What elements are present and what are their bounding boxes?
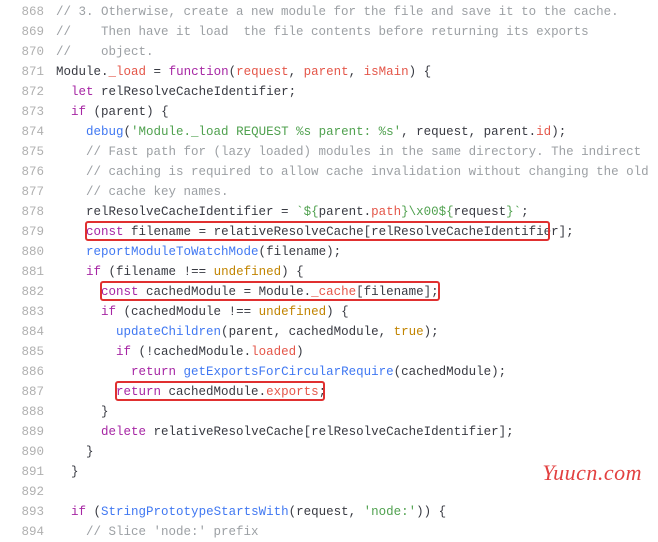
code-line[interactable]: // cache key names. [56,182,658,202]
code-line[interactable]: // 3. Otherwise, create a new module for… [56,2,658,22]
line-number: 883 [0,302,44,322]
line-number: 869 [0,22,44,42]
line-number: 888 [0,402,44,422]
line-number: 875 [0,142,44,162]
line-number: 885 [0,342,44,362]
line-number: 880 [0,242,44,262]
line-number: 894 [0,522,44,542]
code-line[interactable]: if (parent) { [56,102,658,122]
code-line[interactable]: updateChildren(parent, cachedModule, tru… [56,322,658,342]
code-line[interactable]: delete relativeResolveCache[relResolveCa… [56,422,658,442]
line-number: 868 [0,2,44,22]
line-number: 870 [0,42,44,62]
code-line[interactable]: reportModuleToWatchMode(filename); [56,242,658,262]
code-line[interactable]: } [56,442,658,462]
line-number: 893 [0,502,44,522]
watermark: Yuucn.com [542,463,642,483]
line-number: 881 [0,262,44,282]
code-line[interactable]: return getExportsForCircularRequire(cach… [56,362,658,382]
code-line[interactable]: // Fast path for (lazy loaded) modules i… [56,142,658,162]
code-line[interactable]: // Slice 'node:' prefix [56,522,658,542]
line-number: 891 [0,462,44,482]
code-line[interactable]: const cachedModule = Module._cache[filen… [56,282,658,302]
line-number: 890 [0,442,44,462]
line-gutter: 8688698708718728738748758768778788798808… [0,2,56,542]
code-line[interactable]: Module._load = function(request, parent,… [56,62,658,82]
line-number: 879 [0,222,44,242]
code-line[interactable]: const filename = relativeResolveCache[re… [56,222,658,242]
code-line[interactable]: } [56,402,658,422]
line-number: 882 [0,282,44,302]
line-number: 874 [0,122,44,142]
line-number: 873 [0,102,44,122]
line-number: 887 [0,382,44,402]
code-line[interactable]: if (!cachedModule.loaded) [56,342,658,362]
code-line[interactable]: relResolveCacheIdentifier = `${parent.pa… [56,202,658,222]
code-line[interactable]: let relResolveCacheIdentifier; [56,82,658,102]
line-number: 878 [0,202,44,222]
code-line[interactable]: // object. [56,42,658,62]
code-line[interactable]: // caching is required to allow cache in… [56,162,658,182]
line-number: 892 [0,482,44,502]
code-line[interactable]: if (cachedModule !== undefined) { [56,302,658,322]
line-number: 884 [0,322,44,342]
code-line[interactable] [56,482,658,502]
code-line[interactable]: return cachedModule.exports; [56,382,658,402]
line-number: 876 [0,162,44,182]
code-line[interactable]: if (filename !== undefined) { [56,262,658,282]
code-line[interactable]: // Then have it load the file contents b… [56,22,658,42]
line-number: 877 [0,182,44,202]
line-number: 886 [0,362,44,382]
code-line[interactable]: debug('Module._load REQUEST %s parent: %… [56,122,658,142]
line-number: 889 [0,422,44,442]
line-number: 871 [0,62,44,82]
line-number: 872 [0,82,44,102]
code-line[interactable]: if (StringPrototypeStartsWith(request, '… [56,502,658,522]
